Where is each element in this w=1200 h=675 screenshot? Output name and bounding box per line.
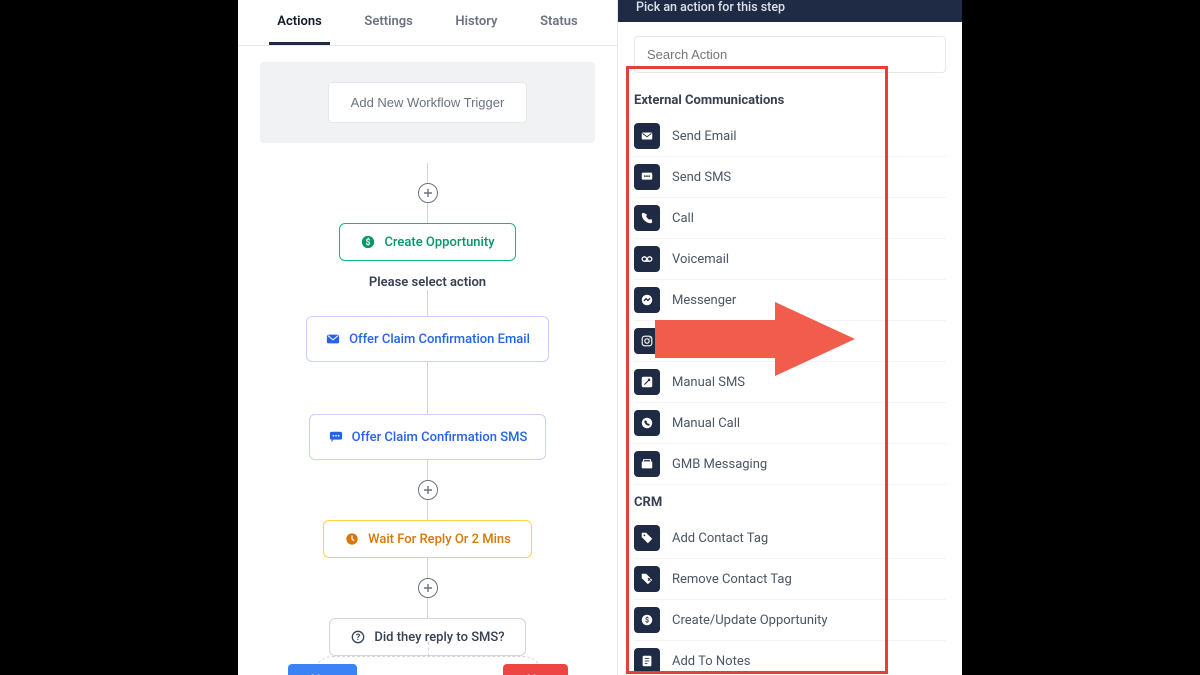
clock-icon [344, 531, 360, 547]
gmb-icon [634, 451, 660, 477]
node-offer-email[interactable]: Offer Claim Confirmation Email [306, 316, 549, 362]
node-create-opportunity[interactable]: $ Create Opportunity [339, 223, 515, 261]
manual-sms-icon [634, 369, 660, 395]
select-action-prompt: Please select action [369, 275, 486, 290]
add-step-button[interactable] [418, 578, 438, 598]
action-item-messenger[interactable]: Messenger [634, 280, 946, 321]
trigger-zone: Add New Workflow Trigger [260, 62, 595, 143]
action-item-manual-call[interactable]: Manual Call [634, 403, 946, 444]
action-label: Call [672, 211, 694, 226]
node-label: Wait For Reply Or 2 Mins [368, 532, 511, 547]
action-item-mail[interactable]: Send Email [634, 116, 946, 157]
tab-settings[interactable]: Settings [356, 0, 420, 45]
node-label: Offer Claim Confirmation Email [349, 332, 530, 347]
action-item-voicemail[interactable]: Voicemail [634, 239, 946, 280]
voicemail-icon [634, 246, 660, 272]
action-item-phone[interactable]: Call [634, 198, 946, 239]
notes-icon [634, 648, 660, 674]
tag-icon [634, 525, 660, 551]
phone-icon [634, 205, 660, 231]
action-list[interactable]: External Communications Send Email Send SM… [618, 83, 962, 675]
action-item-gmb[interactable]: GMB Messaging [634, 444, 946, 485]
branch-yes[interactable]: Yes [288, 664, 357, 675]
action-label: Create/Update Opportunity [672, 613, 828, 628]
tab-status[interactable]: Status [532, 0, 586, 45]
action-item-manual-sms[interactable]: Manual SMS [634, 362, 946, 403]
section-title: External Communications [634, 83, 946, 116]
action-item-tag-remove[interactable]: Remove Contact Tag [634, 559, 946, 600]
branch: Yes No [288, 664, 568, 675]
sms-icon [328, 429, 344, 445]
action-label: Send SMS [672, 170, 731, 185]
workflow-builder: Actions Settings History Status Add New … [238, 0, 962, 675]
action-label: Remove Contact Tag [672, 572, 792, 587]
action-label: Add To Notes [672, 654, 750, 669]
action-label: Send Email [672, 129, 737, 144]
action-label: Manual SMS [672, 375, 745, 390]
svg-text:$: $ [366, 237, 371, 248]
action-label: Messenger [672, 293, 736, 308]
node-label: Did they reply to SMS? [374, 630, 504, 645]
dollar-icon: $ [360, 234, 376, 250]
tab-actions[interactable]: Actions [269, 0, 330, 45]
panel-title: Pick an action for this step [618, 0, 962, 22]
help-icon: ? [350, 629, 366, 645]
mail-icon [634, 123, 660, 149]
svg-text:$: $ [645, 617, 649, 625]
plus-icon [423, 485, 433, 495]
messenger-icon [634, 287, 660, 313]
svg-text:?: ? [356, 633, 361, 643]
action-label: Instagram DM [672, 334, 754, 349]
action-label: Voicemail [672, 252, 729, 267]
tab-bar: Actions Settings History Status [238, 0, 617, 46]
node-wait[interactable]: Wait For Reply Or 2 Mins [323, 520, 532, 558]
workflow-flow: $ Create Opportunity Please select actio… [238, 159, 617, 675]
sms-icon [634, 164, 660, 190]
plus-icon [423, 583, 433, 593]
action-item-tag[interactable]: Add Contact Tag [634, 518, 946, 559]
tab-history[interactable]: History [447, 0, 505, 45]
action-item-notes[interactable]: Add To Notes [634, 641, 946, 675]
plus-icon [423, 188, 433, 198]
node-label: Offer Claim Confirmation SMS [352, 430, 528, 445]
workflow-canvas: Actions Settings History Status Add New … [238, 0, 618, 675]
add-step-button[interactable] [418, 183, 438, 203]
search-input[interactable] [634, 36, 946, 73]
action-picker-panel: Pick an action for this step External Co… [618, 0, 962, 675]
mail-icon [325, 331, 341, 347]
add-trigger-button[interactable]: Add New Workflow Trigger [328, 82, 528, 123]
action-item-instagram[interactable]: Instagram DM [634, 321, 946, 362]
action-item-sms[interactable]: Send SMS [634, 157, 946, 198]
action-item-opportunity[interactable]: $ Create/Update Opportunity [634, 600, 946, 641]
manual-call-icon [634, 410, 660, 436]
instagram-icon [634, 328, 660, 354]
section-title: CRM [634, 485, 946, 518]
tag-remove-icon [634, 566, 660, 592]
opportunity-icon: $ [634, 607, 660, 633]
add-step-button[interactable] [418, 480, 438, 500]
action-label: Manual Call [672, 416, 740, 431]
action-label: GMB Messaging [672, 457, 767, 472]
node-offer-sms[interactable]: Offer Claim Confirmation SMS [309, 414, 547, 460]
branch-no[interactable]: No [503, 664, 568, 675]
action-label: Add Contact Tag [672, 531, 768, 546]
node-label: Create Opportunity [384, 235, 494, 250]
